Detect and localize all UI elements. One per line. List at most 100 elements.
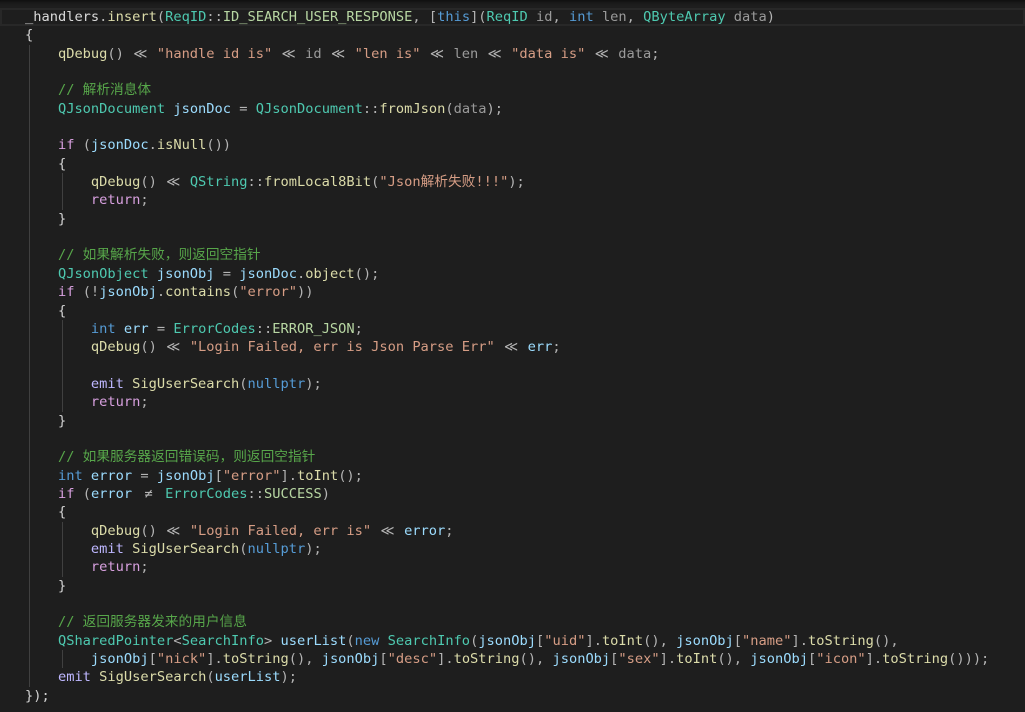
code-token: return <box>25 559 141 576</box>
code-token: insert <box>107 9 157 25</box>
code-operator: ≪ <box>594 45 609 62</box>
code-token: ErrorCodes <box>156 485 248 502</box>
code-line[interactable]: return; <box>0 191 1025 210</box>
code-line[interactable]: emit SigUserSearch(nullptr); <box>0 374 1025 394</box>
code-token: int <box>568 9 594 25</box>
code-token: isNull <box>156 137 207 154</box>
code-token: ID_SEARCH_USER_RESPONSE <box>222 9 413 25</box>
code-token: jsonObj <box>99 284 157 301</box>
code-line[interactable]: int err = ErrorCodes::ERROR_JSON; <box>0 319 1025 339</box>
code-line[interactable]: QSharedPointer<SearchInfo> userList(new … <box>0 631 1025 651</box>
code-token: () <box>140 522 166 539</box>
code-token: QSharedPointer <box>25 632 174 649</box>
code-line[interactable]: if (!jsonObj.contains("error")) <box>0 283 1025 302</box>
code-token: (! <box>74 284 100 301</box>
code-token: :: <box>362 100 380 117</box>
indent-guide <box>61 558 63 577</box>
code-line[interactable]: { <box>0 26 1025 44</box>
code-token: // 如果服务器返回错误码，则返回空指针 <box>25 449 316 466</box>
code-token: ; <box>651 45 660 62</box>
code-line[interactable]: qDebug() ≪ "Login Failed, err is" ≪ erro… <box>0 521 1025 540</box>
code-line[interactable]: return; <box>0 558 1025 577</box>
code-token: // 如果解析失败，则返回空指针 <box>25 247 261 264</box>
code-operator: ≪ <box>380 522 395 539</box>
code-token: }); <box>25 687 50 704</box>
code-token: = <box>132 467 157 484</box>
code-token: :: <box>247 485 264 502</box>
indent-guide <box>29 631 30 651</box>
code-line[interactable]: qDebug() ≪ "handle id is" ≪ id ≪ "len is… <box>0 44 1025 64</box>
code-line[interactable]: // 如果服务器返回错误码，则返回空指针 <box>0 448 1025 467</box>
indent-guide <box>29 668 30 687</box>
code-line[interactable] <box>0 63 1025 82</box>
code-line[interactable] <box>0 118 1025 137</box>
indent-guide <box>29 595 30 614</box>
code-line[interactable]: } <box>0 576 1025 595</box>
code-token: // 解析消息体 <box>25 82 152 99</box>
code-token: err <box>519 339 553 356</box>
code-line[interactable] <box>0 429 1025 449</box>
code-token: jsonObj <box>750 651 808 668</box>
code-token: if <box>25 485 75 502</box>
indent-guide <box>29 99 30 119</box>
code-token: ); <box>508 174 525 191</box>
code-line[interactable]: { <box>0 154 1025 174</box>
code-lines[interactable]: _handlers.insert(ReqID::ID_SEARCH_USER_R… <box>0 8 1025 705</box>
code-line[interactable]: // 解析消息体 <box>0 81 1025 100</box>
indent-guide <box>29 429 30 449</box>
code-operator: ≪ <box>166 339 181 356</box>
code-token: ReqID <box>486 9 528 25</box>
code-token: { <box>25 504 67 521</box>
code-token: } <box>25 412 67 429</box>
indent-guide <box>29 558 30 577</box>
indent-guide <box>29 63 30 82</box>
code-token: SigUserSearch <box>123 375 240 392</box>
code-token: contains <box>165 284 232 301</box>
code-line[interactable]: } <box>0 209 1025 229</box>
indent-guide <box>29 374 30 394</box>
code-line[interactable]: jsonObj["nick"].toString(), jsonObj["des… <box>0 650 1025 669</box>
code-line[interactable]: return; <box>0 393 1025 412</box>
code-operator: ≪ <box>504 339 519 356</box>
code-line[interactable]: { <box>0 301 1025 320</box>
code-token: len <box>445 45 487 62</box>
code-token: () <box>140 339 166 356</box>
code-token: return <box>25 394 141 411</box>
code-token: ())); <box>948 651 990 668</box>
code-token: { <box>25 302 67 319</box>
code-line[interactable] <box>0 228 1025 247</box>
indent-guide <box>61 356 63 375</box>
code-token: SearchInfo <box>379 632 471 649</box>
code-token: "handle id is" <box>148 45 281 62</box>
code-line[interactable] <box>0 356 1025 375</box>
code-line[interactable]: int error = jsonObj["error"].toInt(); <box>0 466 1025 485</box>
indent-guide <box>29 191 30 210</box>
code-token: if <box>25 284 75 301</box>
code-token: < <box>173 632 182 649</box>
code-line[interactable]: // 如果解析失败，则返回空指针 <box>0 246 1025 265</box>
code-token: ; <box>445 522 454 539</box>
code-operator: ≪ <box>330 45 346 62</box>
code-token: () <box>107 45 133 62</box>
code-line[interactable]: _handlers.insert(ReqID::ID_SEARCH_USER_R… <box>0 8 1025 26</box>
code-line[interactable]: qDebug() ≪ "Login Failed, err is Json Pa… <box>0 338 1025 357</box>
code-line[interactable]: QJsonObject jsonObj = jsonDoc.object(); <box>0 264 1025 284</box>
code-line[interactable]: emit SigUserSearch(userList); <box>0 668 1025 687</box>
code-line[interactable]: QJsonDocument jsonDoc = QJsonDocument::f… <box>0 99 1025 119</box>
indent-guide <box>29 650 30 669</box>
code-token: , [ <box>412 9 438 25</box>
code-line[interactable]: qDebug() ≪ QString::fromLocal8Bit("Json解… <box>0 173 1025 192</box>
code-line[interactable]: }); <box>0 687 1025 705</box>
code-token: error <box>395 522 446 539</box>
code-token: jsonObj <box>676 632 734 649</box>
code-line[interactable] <box>0 595 1025 614</box>
code-token: emit <box>25 669 91 686</box>
code-editor[interactable]: _handlers.insert(ReqID::ID_SEARCH_USER_R… <box>0 0 1025 712</box>
code-line[interactable]: // 返回服务器发来的用户信息 <box>0 613 1025 632</box>
code-line[interactable]: if (jsonDoc.isNull()) <box>0 136 1025 155</box>
indent-guide <box>61 338 63 357</box>
code-line[interactable]: } <box>0 411 1025 430</box>
code-line[interactable]: emit SigUserSearch(nullptr); <box>0 539 1025 559</box>
code-line[interactable]: if (error ≠ ErrorCodes::SUCCESS) <box>0 484 1025 504</box>
code-line[interactable]: { <box>0 503 1025 522</box>
